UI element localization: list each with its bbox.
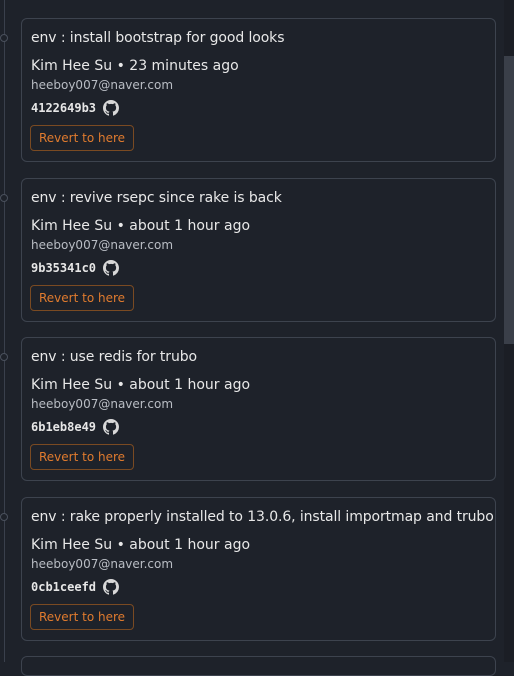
revert-to-here-button[interactable]: Revert to here	[30, 285, 135, 311]
revert-to-here-button[interactable]: Revert to here	[30, 604, 135, 630]
commit-card: env : install bootstrap for good looks K…	[21, 18, 496, 162]
github-icon[interactable]	[103, 100, 120, 116]
commit-card-partial	[21, 656, 496, 676]
commit-message: env : install bootstrap for good looks	[31, 30, 285, 46]
commit-card: env : rake properly installed to 13.0.6,…	[21, 497, 496, 641]
commit-hash[interactable]: 9b35341c0	[31, 261, 96, 275]
commit-email: heeboy007@naver.com	[31, 238, 174, 252]
commit-email: heeboy007@naver.com	[31, 397, 174, 411]
timeline-rail	[4, 0, 5, 662]
commit-hash-row: 4122649b3	[31, 98, 120, 118]
commit-card: env : use redis for trubo Kim Hee Su • a…	[21, 337, 496, 481]
commit-author-time: Kim Hee Su • about 1 hour ago	[31, 537, 251, 553]
commit-timeline: env : install bootstrap for good looks K…	[0, 0, 504, 676]
commit-card: env : revive rsepc since rake is back Ki…	[21, 178, 496, 322]
timeline-dot	[0, 353, 8, 361]
github-icon[interactable]	[103, 419, 120, 435]
commit-hash-row: 9b35341c0	[31, 258, 120, 278]
revert-to-here-button[interactable]: Revert to here	[30, 125, 135, 151]
commit-hash-row: 6b1eb8e49	[31, 417, 120, 437]
commit-email: heeboy007@naver.com	[31, 78, 174, 92]
commit-message: env : revive rsepc since rake is back	[31, 190, 282, 206]
commit-email: heeboy007@naver.com	[31, 557, 174, 571]
timeline-dot	[0, 513, 8, 521]
scrollbar-thumb[interactable]	[504, 56, 514, 344]
github-icon[interactable]	[103, 260, 120, 276]
commit-author-time: Kim Hee Su • about 1 hour ago	[31, 377, 251, 393]
commit-hash-row: 0cb1ceefd	[31, 577, 120, 597]
commit-author-time: Kim Hee Su • 23 minutes ago	[31, 58, 239, 74]
commit-hash[interactable]: 4122649b3	[31, 101, 96, 115]
commit-hash[interactable]: 6b1eb8e49	[31, 420, 96, 434]
commit-message: env : rake properly installed to 13.0.6,…	[31, 509, 494, 525]
timeline-dot	[0, 194, 8, 202]
commit-hash[interactable]: 0cb1ceefd	[31, 580, 96, 594]
timeline-dot	[0, 34, 8, 42]
commit-message: env : use redis for trubo	[31, 349, 197, 365]
revert-to-here-button[interactable]: Revert to here	[30, 444, 135, 470]
github-icon[interactable]	[103, 579, 120, 595]
commit-author-time: Kim Hee Su • about 1 hour ago	[31, 218, 251, 234]
